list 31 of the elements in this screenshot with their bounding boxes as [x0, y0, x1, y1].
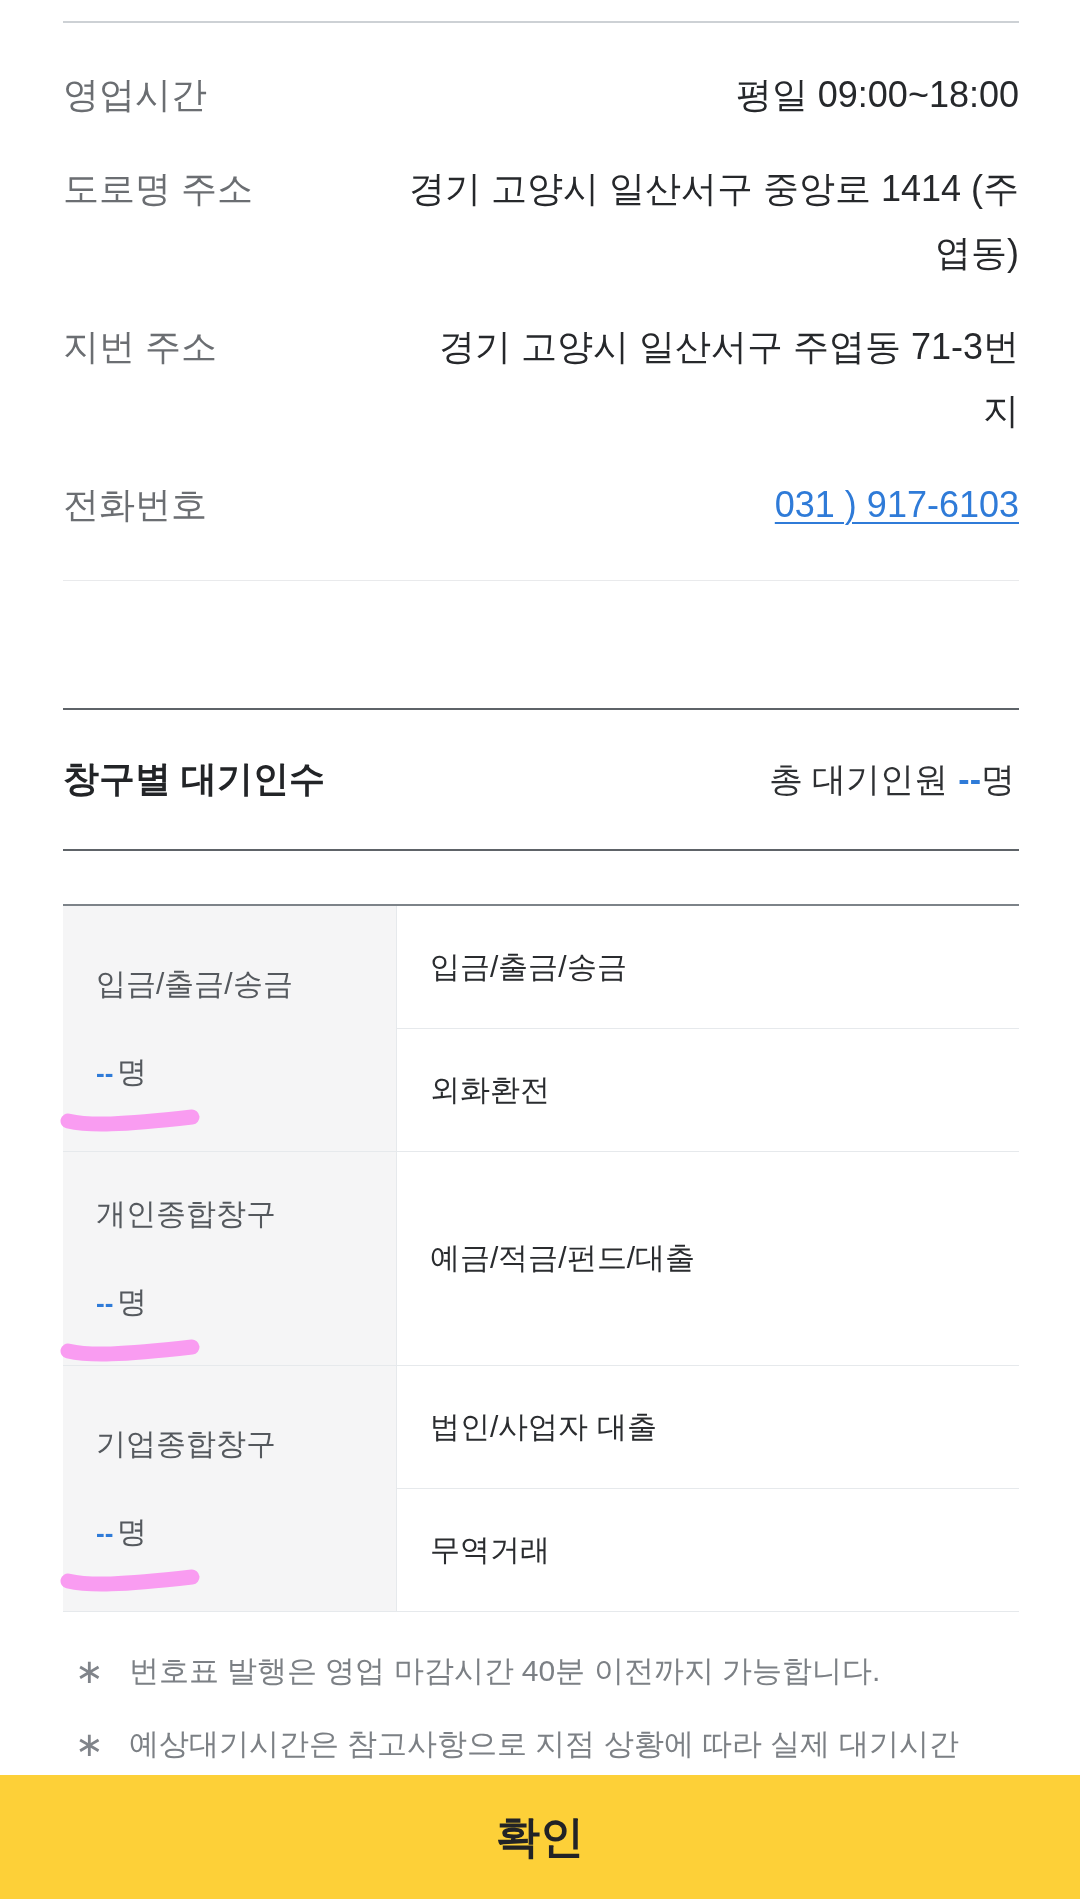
info-label: 전화번호	[63, 483, 207, 527]
counter-name: 개인종합창구	[96, 1196, 277, 1232]
info-value: 경기 고양시 일산서구 중앙로 1414 (주엽동)	[407, 167, 1019, 275]
note-text: 번호표 발행은 영업 마감시간 40분 이전까지 가능합니다.	[128, 1653, 881, 1689]
phone-link[interactable]: 031 ) 917-6103	[774, 473, 1019, 537]
total-unit: 명	[981, 758, 1015, 800]
waiting-count: --	[96, 1517, 114, 1550]
section-title: 창구별 대기인수	[63, 757, 325, 801]
count-unit: 명	[117, 1514, 148, 1550]
service-cell-text: 예금/적금/펀드/대출	[429, 1240, 696, 1276]
total-waiting-label: 총 대기인원	[768, 758, 949, 800]
info-label: 지번 주소	[63, 325, 217, 369]
waiting-count: --	[96, 1287, 114, 1320]
note-bullet: ∗	[75, 1650, 104, 1693]
info-value: 경기 고양시 일산서구 주엽동 71-3번지	[437, 325, 1019, 433]
note-bullet: ∗	[75, 1723, 104, 1766]
info-value: 평일 09:00~18:00	[735, 73, 1019, 117]
service-cell: 무역거래	[397, 1488, 1019, 1611]
counter-name: 입금/출금/송금	[96, 966, 294, 1002]
info-label: 도로명 주소	[63, 167, 253, 211]
count-unit: 명	[117, 1054, 148, 1090]
total-count: --	[958, 759, 981, 799]
waiting-count: --	[96, 1057, 114, 1090]
service-cell: 외화환전	[397, 1028, 1019, 1151]
count-unit: 명	[117, 1284, 148, 1320]
service-cell-text: 법인/사업자 대출	[429, 1408, 658, 1445]
service-cell-text: 입금/출금/송금	[429, 948, 628, 985]
confirm-button[interactable]: 확인	[0, 1775, 1080, 1899]
counter-name: 기업종합창구	[96, 1426, 277, 1462]
note-text: 예상대기시간은 참고사항으로 지점 상황에 따라 실제 대기시간	[128, 1726, 959, 1762]
info-label: 영업시간	[63, 73, 207, 117]
